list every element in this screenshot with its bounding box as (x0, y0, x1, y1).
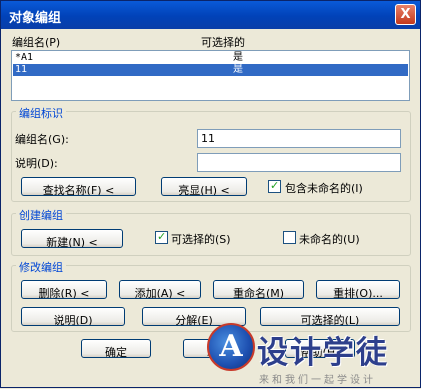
watermark-subtitle: 来和我们一起学设计 (259, 375, 376, 386)
create-group-title: 创建编组 (16, 207, 66, 223)
find-name-button[interactable]: 查找名称(F) < (21, 177, 136, 196)
list-header-name: 编组名(P) (12, 36, 61, 49)
reorder-button[interactable]: 重排(O)... (316, 280, 400, 299)
new-group-button[interactable]: 新建(N) < (21, 229, 123, 248)
group-name: *A1 (15, 52, 34, 63)
list-item[interactable]: *A1 是 (13, 52, 408, 64)
watermark-logo-icon: A (207, 323, 255, 371)
group-selectable: 是 (233, 52, 243, 63)
selectable-checkbox[interactable] (155, 230, 168, 244)
selectable-label: 可选择的(S) (171, 233, 231, 246)
highlight-button[interactable]: 亮显(H) < (161, 177, 247, 196)
group-name: 11 (15, 64, 28, 75)
description-field[interactable] (197, 153, 401, 172)
remove-button[interactable]: 删除(R) < (21, 280, 107, 299)
list-header-selectable: 可选择的 (201, 36, 245, 49)
include-unnamed-checkbox[interactable] (268, 179, 281, 193)
group-name-field[interactable]: 11 (197, 129, 401, 148)
description-button[interactable]: 说明(D) (21, 307, 125, 326)
watermark: A 设计学徒 来和我们一起学设计 (197, 321, 421, 389)
unnamed-label: 未命名的(U) (299, 233, 360, 246)
group-list[interactable]: *A1 是 11 是 (11, 50, 410, 101)
title-bar[interactable]: 对象编组 X (1, 1, 420, 29)
modify-group-title: 修改编组 (16, 259, 66, 275)
close-icon[interactable]: X (395, 4, 416, 25)
group-name-label: 编组名(G): (15, 133, 69, 146)
list-item-selected[interactable]: 11 是 (13, 64, 408, 76)
rename-button[interactable]: 重命名(M) (213, 280, 304, 299)
group-identify-title: 编组标识 (16, 105, 66, 121)
include-unnamed-label: 包含未命名的(I) (285, 182, 363, 195)
add-button[interactable]: 添加(A) < (119, 280, 201, 299)
unnamed-checkbox[interactable] (283, 231, 296, 244)
group-selectable: 是 (233, 64, 243, 75)
ok-button[interactable]: 确定 (81, 339, 151, 358)
watermark-title: 设计学徒 (257, 335, 389, 371)
object-grouping-dialog: 对象编组 X 编组名(P) 可选择的 *A1 是 11 是 编组标识 编组名(G… (0, 0, 421, 388)
description-label: 说明(D): (15, 157, 58, 170)
window-title: 对象编组 (9, 11, 62, 26)
